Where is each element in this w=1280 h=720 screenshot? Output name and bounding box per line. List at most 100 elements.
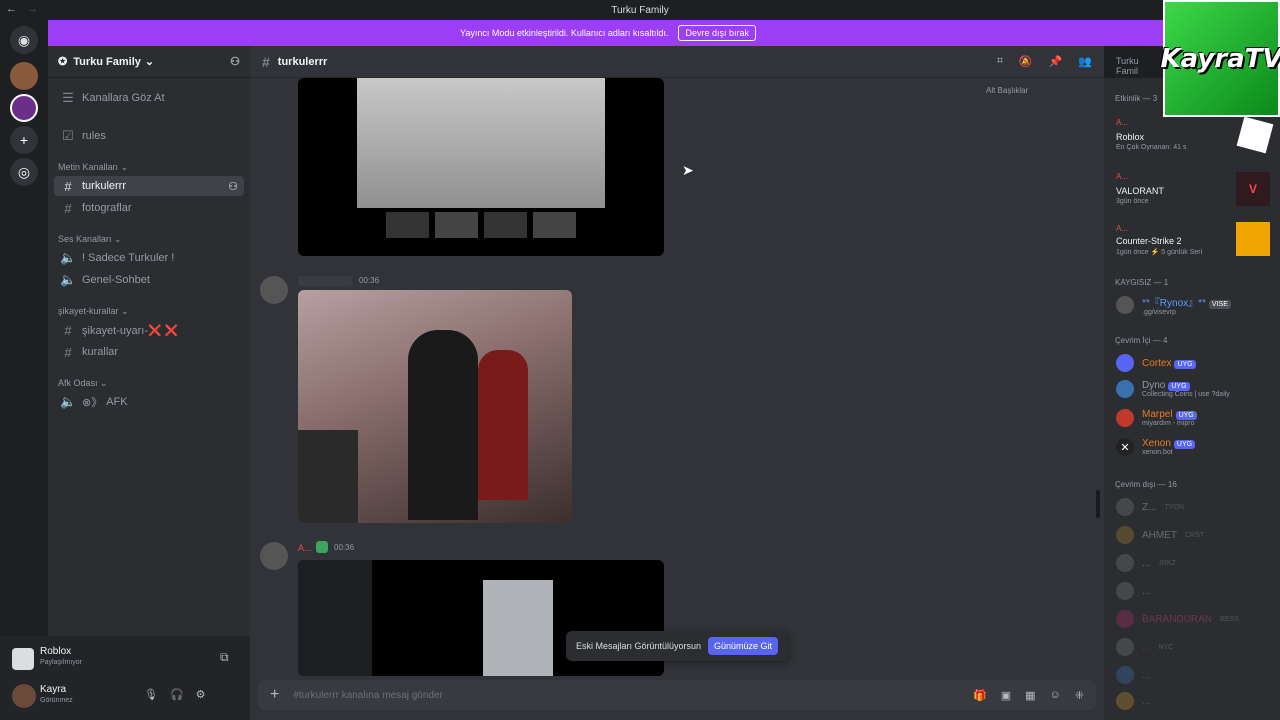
pin-icon[interactable]: 📌: [1049, 55, 1063, 68]
emoji-icon[interactable]: ☺: [1050, 689, 1061, 702]
bot-tag: UYG: [1174, 359, 1196, 369]
activity-card[interactable]: A... Roblox En Çok Oynanan: 41 s: [1110, 114, 1274, 158]
category-afk[interactable]: Afk Odası ⌄: [58, 378, 108, 389]
member-name: ...: [1142, 557, 1151, 569]
invite-icon[interactable]: ⚇: [230, 55, 240, 68]
add-server-icon[interactable]: +: [10, 126, 38, 154]
member-tag: JRKZ: [1158, 559, 1176, 567]
channel-fotograflar[interactable]: # fotograflar: [54, 198, 244, 218]
search-input[interactable]: Turku Famil: [1112, 52, 1162, 76]
channel-turkulerrr[interactable]: # turkulerrr ⚇: [54, 176, 244, 196]
server-icon-avatar[interactable]: [10, 62, 38, 90]
gift-icon[interactable]: 🎁: [973, 689, 987, 702]
speaker-icon: 🔈: [60, 250, 77, 265]
member-item[interactable]: Dyno UYG Collecting Coins | use ?daily: [1116, 380, 1230, 398]
speaker-icon: 🔈: [60, 394, 77, 409]
member-item[interactable]: ...: [1116, 666, 1150, 684]
video-thumb: [533, 212, 576, 238]
channel-afk[interactable]: 🔈 ⊗》 AFK: [54, 392, 244, 412]
threads-icon[interactable]: ⌗: [997, 55, 1003, 68]
member-item[interactable]: Z... TYON: [1116, 498, 1184, 516]
chat-header: # turkulerrr ⌗ 🔕 📌 👥: [250, 46, 1104, 78]
discord-home-icon[interactable]: ◉: [10, 26, 38, 54]
member-item[interactable]: ✕ Xenon UYG xenon.bot: [1116, 438, 1196, 456]
avatar[interactable]: [260, 276, 288, 304]
message-attachment-video[interactable]: [298, 78, 664, 256]
explore-icon[interactable]: ◎: [10, 158, 38, 186]
member-item[interactable]: ... JRKZ: [1116, 554, 1176, 572]
avatar: [1116, 409, 1134, 427]
user-status: Görünmez: [40, 697, 73, 704]
member-item[interactable]: ...: [1116, 582, 1150, 600]
member-name: ...: [1142, 695, 1151, 707]
member-item[interactable]: AHMET CRST: [1116, 526, 1204, 544]
members-icon[interactable]: 👥: [1078, 55, 1092, 68]
avatar: ✕: [1116, 438, 1134, 456]
gear-icon[interactable]: ⚙: [196, 688, 206, 701]
avatar[interactable]: [12, 684, 36, 708]
notification-bell-icon[interactable]: 🔕: [1019, 55, 1033, 68]
activity-card[interactable]: A... VALORANT 3gün önce V: [1110, 170, 1274, 214]
jump-to-present-button[interactable]: Günümüze Git: [707, 637, 778, 655]
screen-share-icon[interactable]: ⧉: [220, 650, 229, 665]
member-item[interactable]: **『Rynox』** VISE .gg/visevrp: [1116, 294, 1231, 316]
channel-rules[interactable]: ☑ rules: [54, 126, 244, 146]
bot-tag: UYG: [1175, 411, 1197, 420]
channel-label: AFK: [106, 396, 128, 408]
channel-kurallar[interactable]: # kurallar: [54, 342, 244, 362]
activity-user: A...: [1116, 118, 1129, 127]
channel-label: şikayet-uyarı-❌ ❌: [82, 324, 179, 337]
member-item[interactable]: ... NYC: [1116, 638, 1173, 656]
channel-browse[interactable]: ☰ Kanallara Göz At: [54, 88, 244, 108]
author-name-hidden[interactable]: [298, 276, 352, 286]
role-icon: [316, 541, 328, 553]
category-voice[interactable]: Ses Kanalları ⌄: [58, 234, 122, 245]
member-item[interactable]: BARANDURAN RESS: [1116, 610, 1239, 628]
avatar: [1116, 526, 1134, 544]
offline-section-title: Çevrim dışı — 16: [1115, 480, 1177, 489]
member-status: Collecting Coins | use ?daily: [1142, 391, 1230, 398]
activity-game: VALORANT: [1116, 186, 1164, 196]
hash-icon: #: [64, 322, 72, 338]
microphone-icon[interactable]: 🎙: [144, 688, 158, 701]
add-attachment-icon[interactable]: +: [270, 686, 279, 704]
window-nav: ← →: [6, 3, 38, 15]
member-item[interactable]: Marpel UYG miyardım - mipro: [1116, 409, 1197, 427]
message-timestamp: 00:36: [334, 543, 355, 552]
message-input[interactable]: #turkulerrr kanalına mesaj gönder: [293, 690, 443, 701]
category-complaint[interactable]: şikayet-kurallar ⌄: [58, 306, 129, 317]
member-item[interactable]: Cortex UYG: [1116, 354, 1196, 372]
member-name: Xenon: [1142, 438, 1171, 449]
member-name: BARANDURAN: [1142, 613, 1213, 625]
message-attachment-photo[interactable]: [298, 290, 572, 523]
member-item[interactable]: ...: [1116, 692, 1150, 710]
member-name: Dyno: [1142, 380, 1166, 391]
channel-label: kurallar: [82, 346, 119, 358]
headset-icon[interactable]: 🎧: [170, 688, 184, 701]
channel-sadece-turkuler[interactable]: 🔈 ! Sadece Turkuler !: [54, 248, 244, 268]
channel-sikayet-uyari[interactable]: # şikayet-uyarı-❌ ❌: [54, 320, 244, 340]
apps-icon[interactable]: ⁜: [1075, 689, 1084, 702]
invite-icon[interactable]: ⚇: [228, 180, 238, 193]
category-label: Metin Kanalları: [58, 162, 119, 172]
subtitles-label[interactable]: Alt Başlıklar: [986, 86, 1028, 95]
channel-label: Genel-Sohbet: [82, 274, 150, 286]
channel-label: Kanallara Göz At: [82, 92, 165, 104]
back-icon[interactable]: ←: [6, 3, 17, 15]
server-icon-turku-family[interactable]: [10, 94, 38, 122]
chat-scrollbar[interactable]: [1096, 490, 1100, 518]
activity-name: Roblox: [40, 646, 72, 657]
activity-detail: 1gün önce ⚡ 5 günlük Seri: [1116, 249, 1203, 256]
rules-icon: ☑: [62, 128, 74, 143]
forward-icon[interactable]: →: [27, 3, 38, 15]
activity-detail: 3gün önce: [1116, 198, 1149, 205]
gif-icon[interactable]: ▣: [1001, 689, 1011, 702]
sticker-icon[interactable]: ▦: [1025, 689, 1035, 702]
category-text[interactable]: Metin Kanalları ⌄: [58, 162, 128, 173]
channel-genel-sohbet[interactable]: 🔈 Genel-Sohbet: [54, 270, 244, 290]
activity-card[interactable]: A... Counter-Strike 2 1gün önce ⚡ 5 günl…: [1110, 222, 1274, 266]
disable-streamer-mode-button[interactable]: Devre dışı bırak: [678, 25, 756, 41]
message-composer[interactable]: + #turkulerrr kanalına mesaj gönder 🎁 ▣ …: [258, 680, 1096, 710]
guild-header[interactable]: ✪ Turku Family ⌄ ⚇: [48, 46, 250, 78]
avatar[interactable]: [260, 542, 288, 570]
